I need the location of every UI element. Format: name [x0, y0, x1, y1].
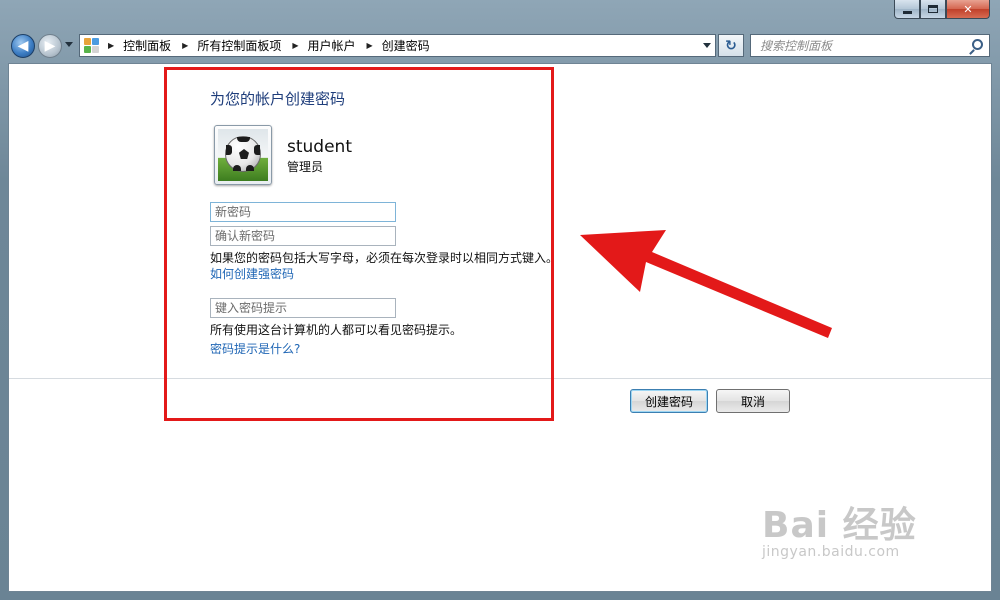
- baidu-logo: Bai 经验: [762, 505, 917, 546]
- watermark-url: jingyan.baidu.com: [762, 544, 900, 560]
- breadcrumb-all-items[interactable]: 所有控制面板项: [197, 37, 281, 54]
- minimize-icon: [902, 10, 912, 14]
- refresh-icon: ↻: [725, 37, 737, 54]
- control-panel-icon: [84, 37, 100, 54]
- cancel-button[interactable]: 取消: [716, 389, 790, 413]
- maximize-icon: [928, 5, 938, 13]
- highlight-box-annotation: [164, 67, 554, 421]
- breadcrumb-separator-icon[interactable]: ▶: [292, 41, 298, 50]
- breadcrumb-separator-icon[interactable]: ▶: [108, 41, 114, 50]
- search-box[interactable]: [750, 34, 990, 57]
- create-password-button[interactable]: 创建密码: [630, 389, 708, 413]
- refresh-button[interactable]: ↻: [718, 34, 744, 57]
- recent-pages-dropdown-icon[interactable]: [65, 42, 73, 47]
- red-arrow-annotation: [580, 230, 832, 338]
- minimize-button[interactable]: [894, 0, 920, 19]
- maximize-button[interactable]: [920, 0, 946, 19]
- window-controls: ✕: [894, 0, 990, 20]
- navigation-bar: ◀ ▶ ▶ 控制面板 ▶ 所有控制面板项 ▶ 用户帐户 ▶ 创建密码 ↻: [0, 30, 1000, 62]
- window-frame: ✕ ◀ ▶ ▶ 控制面板 ▶ 所有控制面板项 ▶ 用户帐户 ▶ 创建密码 ↻ 搜…: [0, 0, 1000, 600]
- close-button[interactable]: ✕: [946, 0, 990, 19]
- address-bar[interactable]: ▶ 控制面板 ▶ 所有控制面板项 ▶ 用户帐户 ▶ 创建密码: [79, 34, 716, 57]
- search-input[interactable]: [760, 38, 960, 53]
- breadcrumb-separator-icon[interactable]: ▶: [367, 41, 373, 50]
- back-arrow-icon: ◀: [17, 38, 29, 54]
- close-icon: ✕: [963, 2, 973, 16]
- breadcrumb-create-password[interactable]: 创建密码: [382, 37, 430, 54]
- breadcrumb-separator-icon[interactable]: ▶: [182, 41, 188, 50]
- search-icon[interactable]: [972, 39, 983, 50]
- back-button[interactable]: ◀: [11, 34, 35, 58]
- breadcrumb: ▶ 控制面板 ▶ 所有控制面板项 ▶ 用户帐户 ▶ 创建密码: [106, 37, 430, 54]
- address-dropdown-icon[interactable]: [703, 43, 711, 48]
- breadcrumb-control-panel[interactable]: 控制面板: [123, 37, 171, 54]
- baidu-watermark: Bai 经验 jingyan.baidu.com: [762, 496, 917, 560]
- breadcrumb-user-accounts[interactable]: 用户帐户: [308, 37, 356, 54]
- arrow-icon: [580, 230, 832, 338]
- forward-arrow-icon: ▶: [44, 38, 56, 54]
- forward-button[interactable]: ▶: [38, 34, 62, 58]
